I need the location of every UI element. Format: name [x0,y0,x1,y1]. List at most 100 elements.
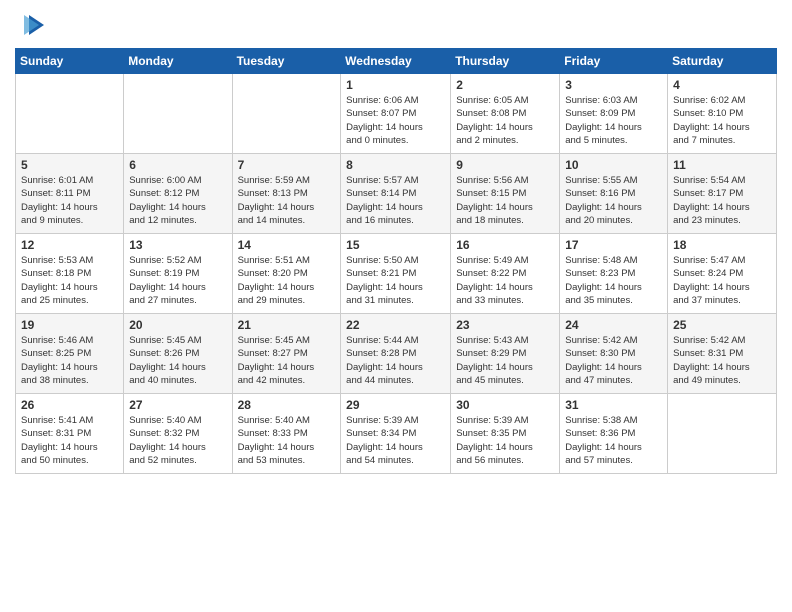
day-cell: 31 Sunrise: 5:38 AMSunset: 8:36 PMDayligh… [560,394,668,474]
day-number: 22 [346,318,445,332]
header-row: SundayMondayTuesdayWednesdayThursdayFrid… [16,49,777,74]
day-info: Sunrise: 5:47 AMSunset: 8:24 PMDaylight:… [673,254,771,307]
day-cell: 26 Sunrise: 5:41 AMSunset: 8:31 PMDayligh… [16,394,124,474]
day-info: Sunrise: 5:56 AMSunset: 8:15 PMDaylight:… [456,174,554,227]
day-number: 26 [21,398,118,412]
day-cell: 5 Sunrise: 6:01 AMSunset: 8:11 PMDaylight… [16,154,124,234]
day-info: Sunrise: 5:41 AMSunset: 8:31 PMDaylight:… [21,414,118,467]
day-info: Sunrise: 5:46 AMSunset: 8:25 PMDaylight:… [21,334,118,387]
week-row-3: 19 Sunrise: 5:46 AMSunset: 8:25 PMDayligh… [16,314,777,394]
day-cell [16,74,124,154]
day-info: Sunrise: 5:40 AMSunset: 8:33 PMDaylight:… [238,414,336,467]
day-cell: 6Sunrise: 6:00 AMSunset: 8:12 PMDaylight… [124,154,232,234]
day-header-saturday: Saturday [668,49,777,74]
day-cell: 29 Sunrise: 5:39 AMSunset: 8:34 PMDayligh… [341,394,451,474]
day-cell: 24 Sunrise: 5:42 AMSunset: 8:30 PMDayligh… [560,314,668,394]
day-number: 24 [565,318,662,332]
day-info: Sunrise: 6:01 AMSunset: 8:11 PMDaylight:… [21,174,118,227]
day-cell [124,74,232,154]
day-cell: 7Sunrise: 5:59 AMSunset: 8:13 PMDaylight… [232,154,341,234]
day-number: 9 [456,158,554,172]
day-info: Sunrise: 5:54 AMSunset: 8:17 PMDaylight:… [673,174,771,227]
day-number: 13 [129,238,226,252]
day-info: Sunrise: 5:57 AMSunset: 8:14 PMDaylight:… [346,174,445,227]
logo-icon [19,10,49,40]
day-info: Sunrise: 5:45 AMSunset: 8:27 PMDaylight:… [238,334,336,387]
logo [15,10,49,40]
week-row-0: 1 Sunrise: 6:06 AMSunset: 8:07 PMDaylight… [16,74,777,154]
day-header-wednesday: Wednesday [341,49,451,74]
day-cell: 21 Sunrise: 5:45 AMSunset: 8:27 PMDayligh… [232,314,341,394]
day-number: 17 [565,238,662,252]
day-info: Sunrise: 5:43 AMSunset: 8:29 PMDaylight:… [456,334,554,387]
day-cell: 12Sunrise: 5:53 AMSunset: 8:18 PMDayligh… [16,234,124,314]
day-cell [232,74,341,154]
day-info: Sunrise: 5:42 AMSunset: 8:30 PMDaylight:… [565,334,662,387]
day-cell: 28 Sunrise: 5:40 AMSunset: 8:33 PMDayligh… [232,394,341,474]
day-number: 18 [673,238,771,252]
week-row-1: 5 Sunrise: 6:01 AMSunset: 8:11 PMDaylight… [16,154,777,234]
day-number: 30 [456,398,554,412]
day-cell: 18 Sunrise: 5:47 AMSunset: 8:24 PMDayligh… [668,234,777,314]
day-cell: 14Sunrise: 5:51 AMSunset: 8:20 PMDayligh… [232,234,341,314]
day-info: Sunrise: 5:55 AMSunset: 8:16 PMDaylight:… [565,174,662,227]
day-info: Sunrise: 6:05 AMSunset: 8:08 PMDaylight:… [456,94,554,147]
day-cell: 2 Sunrise: 6:05 AMSunset: 8:08 PMDaylight… [451,74,560,154]
day-number: 25 [673,318,771,332]
day-number: 8 [346,158,445,172]
day-number: 31 [565,398,662,412]
day-cell: 13Sunrise: 5:52 AMSunset: 8:19 PMDayligh… [124,234,232,314]
day-number: 14 [238,238,336,252]
day-cell: 9 Sunrise: 5:56 AMSunset: 8:15 PMDaylight… [451,154,560,234]
day-number: 19 [21,318,118,332]
day-cell: 3 Sunrise: 6:03 AMSunset: 8:09 PMDaylight… [560,74,668,154]
day-number: 21 [238,318,336,332]
day-number: 2 [456,78,554,92]
page: SundayMondayTuesdayWednesdayThursdayFrid… [0,0,792,612]
day-info: Sunrise: 5:44 AMSunset: 8:28 PMDaylight:… [346,334,445,387]
day-cell: 17Sunrise: 5:48 AMSunset: 8:23 PMDayligh… [560,234,668,314]
day-cell: 4Sunrise: 6:02 AMSunset: 8:10 PMDaylight… [668,74,777,154]
day-number: 11 [673,158,771,172]
day-number: 16 [456,238,554,252]
day-cell: 11 Sunrise: 5:54 AMSunset: 8:17 PMDayligh… [668,154,777,234]
day-cell: 30 Sunrise: 5:39 AMSunset: 8:35 PMDayligh… [451,394,560,474]
day-number: 28 [238,398,336,412]
day-number: 3 [565,78,662,92]
day-number: 1 [346,78,445,92]
day-cell: 15Sunrise: 5:50 AMSunset: 8:21 PMDayligh… [341,234,451,314]
week-row-2: 12Sunrise: 5:53 AMSunset: 8:18 PMDayligh… [16,234,777,314]
day-info: Sunrise: 5:42 AMSunset: 8:31 PMDaylight:… [673,334,771,387]
day-number: 12 [21,238,118,252]
day-number: 23 [456,318,554,332]
calendar-header: SundayMondayTuesdayWednesdayThursdayFrid… [16,49,777,74]
day-number: 7 [238,158,336,172]
day-cell: 1 Sunrise: 6:06 AMSunset: 8:07 PMDaylight… [341,74,451,154]
day-info: Sunrise: 6:03 AMSunset: 8:09 PMDaylight:… [565,94,662,147]
day-info: Sunrise: 5:39 AMSunset: 8:35 PMDaylight:… [456,414,554,467]
day-header-thursday: Thursday [451,49,560,74]
calendar-body: 1 Sunrise: 6:06 AMSunset: 8:07 PMDaylight… [16,74,777,474]
day-header-sunday: Sunday [16,49,124,74]
day-info: Sunrise: 5:45 AMSunset: 8:26 PMDaylight:… [129,334,226,387]
day-cell: 25 Sunrise: 5:42 AMSunset: 8:31 PMDayligh… [668,314,777,394]
day-info: Sunrise: 5:39 AMSunset: 8:34 PMDaylight:… [346,414,445,467]
day-header-tuesday: Tuesday [232,49,341,74]
calendar-table: SundayMondayTuesdayWednesdayThursdayFrid… [15,48,777,474]
day-cell: 27Sunrise: 5:40 AMSunset: 8:32 PMDayligh… [124,394,232,474]
day-cell: 23 Sunrise: 5:43 AMSunset: 8:29 PMDayligh… [451,314,560,394]
day-info: Sunrise: 6:00 AMSunset: 8:12 PMDaylight:… [129,174,226,227]
day-number: 20 [129,318,226,332]
day-number: 10 [565,158,662,172]
header [15,10,777,40]
day-number: 5 [21,158,118,172]
day-info: Sunrise: 6:06 AMSunset: 8:07 PMDaylight:… [346,94,445,147]
day-info: Sunrise: 5:38 AMSunset: 8:36 PMDaylight:… [565,414,662,467]
day-header-monday: Monday [124,49,232,74]
day-cell: 22 Sunrise: 5:44 AMSunset: 8:28 PMDayligh… [341,314,451,394]
day-number: 29 [346,398,445,412]
day-info: Sunrise: 5:40 AMSunset: 8:32 PMDaylight:… [129,414,226,467]
day-header-friday: Friday [560,49,668,74]
day-number: 4 [673,78,771,92]
day-number: 15 [346,238,445,252]
